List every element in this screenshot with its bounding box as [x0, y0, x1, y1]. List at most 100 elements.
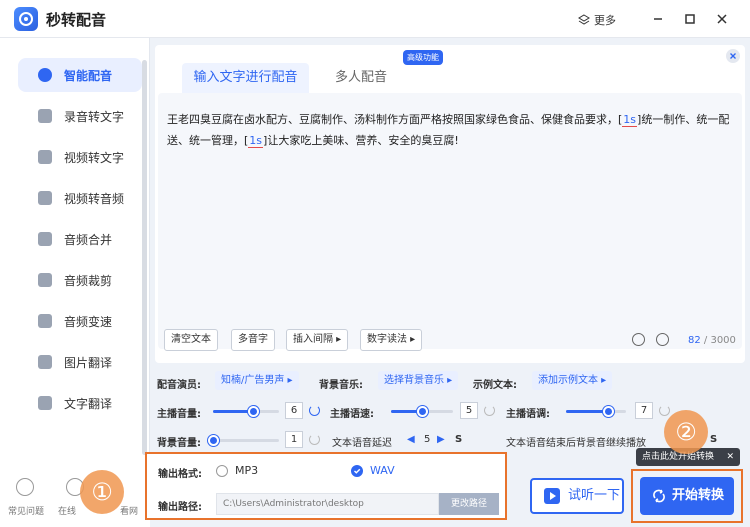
- play-icon: [544, 488, 560, 504]
- close-tooltip-icon[interactable]: ✕: [726, 448, 734, 466]
- scissors-icon: [38, 273, 52, 287]
- sidebar-item-video-to-audio[interactable]: 视频转音频: [18, 181, 142, 215]
- app-logo-icon: [14, 7, 38, 31]
- microphone-icon: [38, 68, 52, 82]
- sample-select[interactable]: 添加示例文本 ▸: [532, 371, 613, 390]
- format-label: 输出格式:: [158, 469, 202, 480]
- sidebar-item-audio-to-text[interactable]: 录音转文字: [18, 99, 142, 133]
- text-editor[interactable]: 王老四臭豆腐在卤水配方、豆腐制作、汤料制作方面严格按照国家绿色食品、保健食品要求…: [158, 93, 742, 351]
- maximize-icon[interactable]: [682, 11, 698, 27]
- output-settings: 输出格式: MP3 WAV 输出路径: C:\Users\Administrat…: [145, 452, 507, 520]
- advanced-badge: 高级功能: [403, 50, 443, 65]
- main-panel: 输入文字进行配音 多人配音 高级功能 王老四臭豆腐在卤水配方、豆腐制作、汤料制作…: [155, 45, 745, 363]
- reset-pitch-icon[interactable]: [659, 405, 670, 416]
- bgm-select[interactable]: 选择背景音乐 ▸: [378, 371, 459, 390]
- speed-icon: [38, 314, 52, 328]
- char-count: 82 / 3000: [688, 335, 736, 346]
- actor-select[interactable]: 知楠/广告男声 ▸: [215, 371, 299, 390]
- output-path-input[interactable]: C:\Users\Administrator\desktop: [216, 493, 439, 515]
- sidebar-item-label: 音频合并: [64, 233, 113, 247]
- sidebar-item-image-translate[interactable]: 图片翻译: [18, 345, 142, 379]
- more-menu[interactable]: 更多: [578, 12, 616, 28]
- number-reading-button[interactable]: 数字读法 ▸: [360, 329, 423, 351]
- more-label: 更多: [594, 14, 616, 27]
- website-link[interactable]: 看网: [120, 504, 138, 517]
- insert-pause-button[interactable]: 插入间隔 ▸: [286, 329, 349, 351]
- sidebar-item-audio-speed[interactable]: 音频变速: [18, 304, 142, 338]
- sidebar-bottom-links: 常见问题 在线 看网: [0, 468, 150, 527]
- layers-icon: [578, 14, 590, 25]
- online-link[interactable]: 在线: [58, 504, 76, 517]
- step-2-marker: ②: [664, 410, 708, 454]
- close-panel-icon[interactable]: [726, 49, 740, 63]
- sidebar-item-text-translate[interactable]: 文字翻译: [18, 386, 142, 420]
- start-convert-button[interactable]: 开始转换: [640, 477, 734, 515]
- sidebar-item-video-to-text[interactable]: 视频转文字: [18, 140, 142, 174]
- sidebar-item-label: 智能配音: [64, 69, 113, 83]
- change-path-button[interactable]: 更改路径: [439, 493, 499, 515]
- clear-text-button[interactable]: 清空文本: [164, 329, 218, 351]
- sample-label: 示例文本:: [473, 380, 517, 391]
- sidebar-item-audio-cut[interactable]: 音频裁剪: [18, 263, 142, 297]
- faq-link[interactable]: 常见问题: [8, 504, 44, 517]
- pitch-slider[interactable]: [566, 406, 626, 417]
- sidebar-item-label: 文字翻译: [64, 397, 113, 411]
- sidebar-scrollbar[interactable]: [142, 60, 147, 455]
- speed-knob[interactable]: [417, 406, 428, 417]
- tab-text-input[interactable]: 输入文字进行配音: [182, 63, 309, 93]
- wav-radio[interactable]: [351, 465, 363, 477]
- mp3-radio[interactable]: [216, 465, 228, 477]
- sidebar-item-label: 图片翻译: [64, 356, 113, 370]
- undo-icon[interactable]: [632, 333, 645, 346]
- volume-label: 主播音量:: [157, 409, 201, 420]
- video-text-icon: [38, 150, 52, 164]
- preview-button[interactable]: 试听一下: [530, 478, 624, 514]
- bg-volume-value[interactable]: 1: [285, 431, 303, 448]
- mp3-label[interactable]: MP3: [235, 464, 258, 477]
- video-audio-icon: [38, 191, 52, 205]
- pitch-label: 主播语调:: [506, 409, 550, 420]
- reset-volume-icon[interactable]: [309, 405, 320, 416]
- path-label: 输出路径:: [158, 502, 202, 513]
- tab-multi-voice[interactable]: 多人配音: [335, 63, 387, 93]
- pitch-knob[interactable]: [603, 406, 614, 417]
- speed-slider[interactable]: [391, 406, 453, 417]
- polyphone-button[interactable]: 多音字: [231, 329, 275, 351]
- bg-volume-slider[interactable]: [208, 435, 279, 446]
- reset-bg-volume-icon[interactable]: [309, 434, 320, 445]
- speed-value[interactable]: 5: [460, 402, 478, 419]
- image-icon: [38, 355, 52, 369]
- delay-label: 文本语音延迟: [332, 438, 392, 449]
- bg-continue-label: 文本语音结束后背景音继续播放: [506, 438, 646, 449]
- volume-value[interactable]: 6: [285, 402, 303, 419]
- merge-icon: [38, 232, 52, 246]
- actor-label: 配音演员:: [157, 380, 201, 391]
- convert-icon: [653, 489, 665, 503]
- pause-tag[interactable]: 1s: [622, 113, 638, 127]
- minimize-icon[interactable]: [650, 11, 666, 27]
- sidebar-item-label: 音频裁剪: [64, 274, 113, 288]
- sidebar-item-label: 音频变速: [64, 315, 113, 329]
- volume-slider[interactable]: [213, 406, 279, 417]
- volume-knob[interactable]: [247, 406, 259, 417]
- preview-label: 试听一下: [568, 488, 621, 503]
- start-label: 开始转换: [672, 488, 725, 503]
- sidebar-item-smart-dubbing[interactable]: 智能配音: [18, 58, 142, 92]
- translate-icon: [38, 396, 52, 410]
- step-1-marker: ①: [80, 470, 124, 514]
- editor-content[interactable]: 王老四臭豆腐在卤水配方、豆腐制作、汤料制作方面严格按照国家绿色食品、保健食品要求…: [167, 109, 732, 151]
- pause-tag[interactable]: 1s: [248, 134, 264, 148]
- delay-decrease-icon[interactable]: ◀: [407, 434, 415, 445]
- delay-increase-icon[interactable]: ▶: [437, 434, 445, 445]
- help-icon[interactable]: [16, 478, 34, 496]
- delay-unit: S: [455, 434, 463, 445]
- wav-label[interactable]: WAV: [370, 464, 395, 477]
- sidebar-item-audio-merge[interactable]: 音频合并: [18, 222, 142, 256]
- reset-speed-icon[interactable]: [484, 405, 495, 416]
- redo-icon[interactable]: [656, 333, 669, 346]
- audio-text-icon: [38, 109, 52, 123]
- bg-continue-unit: S: [710, 434, 718, 445]
- pitch-value[interactable]: 7: [635, 402, 653, 419]
- close-window-icon[interactable]: [714, 11, 730, 27]
- bg-volume-knob[interactable]: [208, 435, 219, 446]
